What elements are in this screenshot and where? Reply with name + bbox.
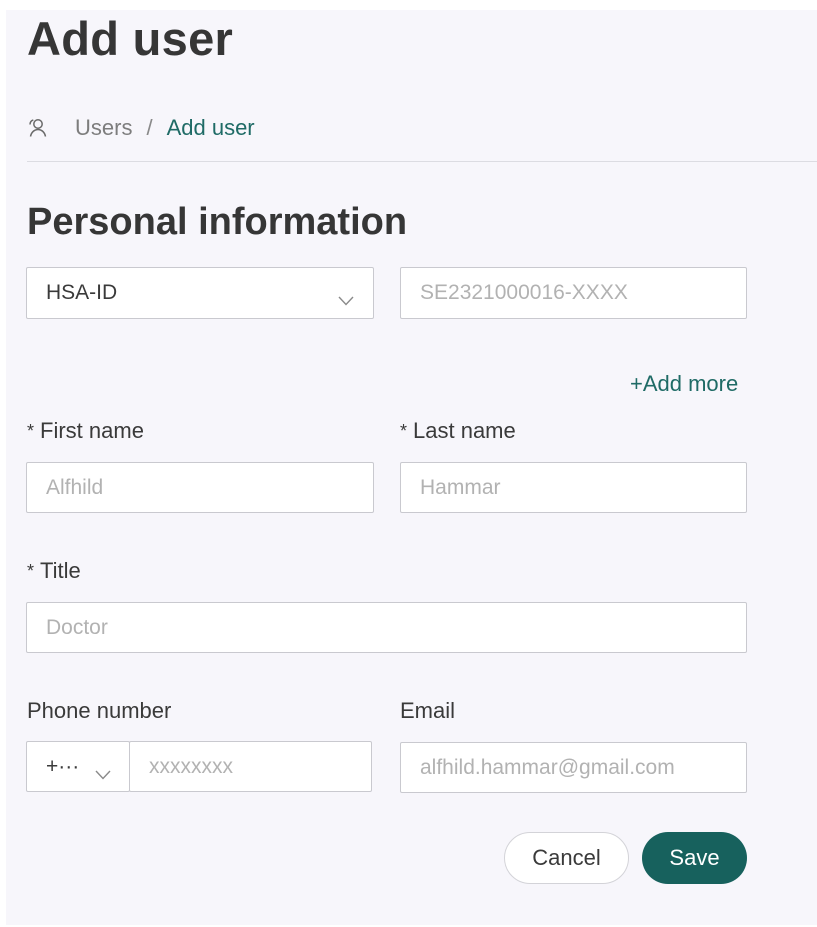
cancel-button[interactable]: Cancel	[504, 832, 629, 884]
email-placeholder: alfhild.hammar@gmail.com	[420, 755, 675, 779]
email-label: Email	[400, 698, 456, 723]
title-label-text: Title	[40, 558, 81, 583]
phone-number-label: Phone number	[27, 698, 172, 723]
save-button[interactable]: Save	[642, 832, 747, 884]
last-name-label-text: Last name	[413, 418, 516, 443]
country-code-value: +···	[46, 754, 80, 778]
breadcrumb-separator: /	[146, 115, 153, 140]
last-name-placeholder: Hammar	[420, 475, 501, 499]
title-label: * Title	[27, 557, 81, 586]
chevron-down-icon	[338, 288, 354, 306]
first-name-input[interactable]: Alfhild	[26, 462, 374, 513]
title-input[interactable]: Doctor	[26, 602, 747, 653]
breadcrumb-users-link[interactable]: Users	[75, 115, 132, 141]
breadcrumb-current: Add user	[166, 115, 255, 140]
users-icon	[27, 117, 49, 139]
phone-number-placeholder: xxxxxxxx	[149, 754, 233, 778]
section-title: Personal information	[27, 201, 408, 243]
phone-number-input[interactable]: xxxxxxxx	[129, 741, 372, 792]
id-value-placeholder: SE2321000016-XXXX	[420, 281, 628, 304]
email-input[interactable]: alfhild.hammar@gmail.com	[400, 742, 747, 793]
title-placeholder: Doctor	[46, 615, 108, 639]
last-name-input[interactable]: Hammar	[400, 462, 747, 513]
country-code-select[interactable]: +···	[26, 741, 130, 792]
last-name-label: * Last name	[400, 417, 516, 446]
first-name-placeholder: Alfhild	[46, 475, 104, 499]
id-type-selected: HSA-ID	[46, 281, 118, 304]
first-name-label-text: First name	[40, 418, 144, 443]
id-type-select[interactable]: HSA-ID	[26, 267, 374, 319]
id-value-input[interactable]: SE2321000016-XXXX	[400, 267, 747, 319]
breadcrumb: Users / Add user	[27, 113, 255, 143]
required-marker: *	[27, 421, 35, 441]
add-more-link[interactable]: +Add more	[630, 370, 738, 398]
header-divider	[27, 161, 817, 162]
required-marker: *	[400, 421, 408, 441]
page-title: Add user	[27, 12, 234, 65]
required-marker: *	[27, 561, 35, 581]
first-name-label: * First name	[27, 417, 144, 446]
chevron-down-icon	[95, 762, 111, 780]
